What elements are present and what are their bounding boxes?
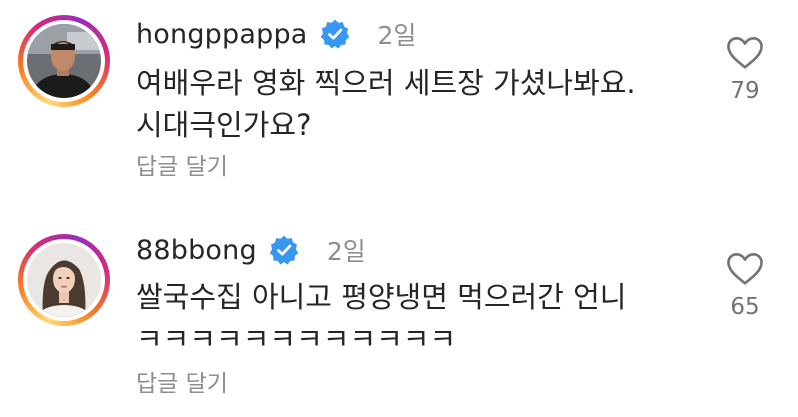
comment-header: 88bbong 2일 bbox=[136, 230, 366, 270]
username-link[interactable]: hongppappa bbox=[136, 19, 308, 50]
comment-timestamp: 2일 bbox=[326, 237, 366, 266]
comment-item: hongppappa 2일 여배우라 영화 찍으러 세트장 가셨나봐요. 시대극… bbox=[0, 0, 798, 200]
comment-text-line: ㅋㅋㅋㅋㅋㅋㅋㅋㅋㅋㅋㅋ bbox=[136, 322, 457, 356]
reply-button[interactable]: 답글 달기 bbox=[136, 364, 228, 398]
comment-text-line: 시대극인가요? bbox=[136, 108, 312, 142]
verified-badge-icon bbox=[269, 235, 299, 265]
reply-button[interactable]: 답글 달기 bbox=[136, 147, 228, 181]
avatar bbox=[27, 243, 101, 317]
like-button[interactable]: 79 bbox=[720, 36, 770, 104]
avatar bbox=[27, 24, 101, 98]
comment-item: 88bbong 2일 쌀국수집 아니고 평양냉면 먹으러간 언니 ㅋㅋㅋㅋㅋㅋㅋ… bbox=[0, 212, 798, 417]
like-count: 65 bbox=[730, 294, 760, 320]
avatar-photo-woman bbox=[27, 243, 101, 317]
avatar-story-ring[interactable] bbox=[18, 234, 110, 326]
like-count: 79 bbox=[730, 78, 760, 104]
comment-text-line: 여배우라 영화 찍으러 세트장 가셨나봐요. bbox=[136, 66, 636, 100]
comment-header: hongppappa 2일 bbox=[136, 14, 416, 54]
like-button[interactable]: 65 bbox=[720, 252, 770, 320]
avatar-photo-man bbox=[27, 24, 101, 98]
verified-badge-icon bbox=[320, 19, 349, 49]
avatar-story-ring[interactable] bbox=[18, 15, 110, 107]
heart-icon[interactable] bbox=[726, 252, 764, 286]
username-link[interactable]: 88bbong bbox=[136, 235, 257, 266]
heart-icon[interactable] bbox=[726, 36, 764, 70]
comment-timestamp: 2일 bbox=[377, 21, 417, 50]
comment-text-line: 쌀국수집 아니고 평양냉면 먹으러간 언니 bbox=[136, 280, 627, 314]
